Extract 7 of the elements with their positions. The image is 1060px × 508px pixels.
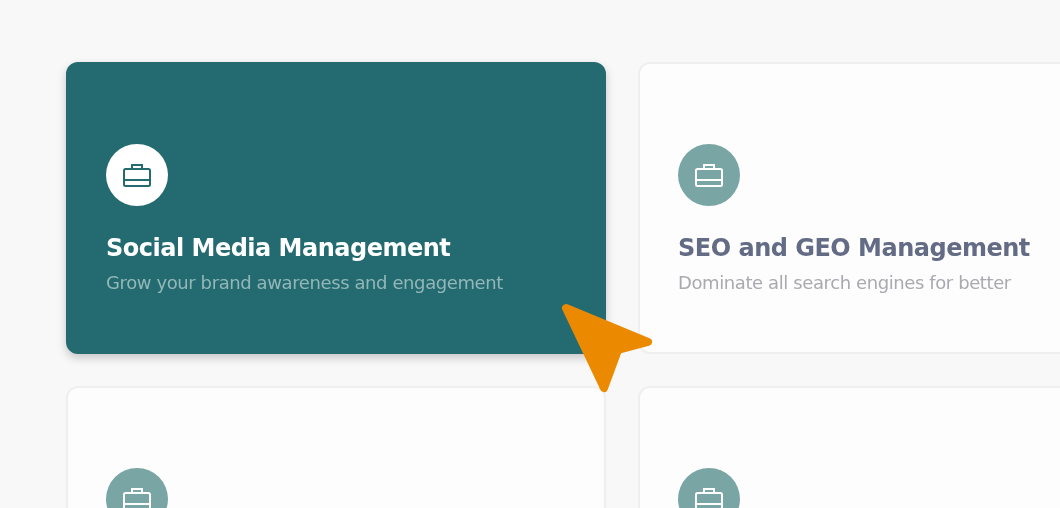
card-title: SEO and GEO Management <box>678 234 1031 262</box>
pointer-cursor-icon <box>560 302 652 394</box>
card-description: Dominate all search engines for better <box>678 272 1012 293</box>
service-card[interactable]: Social Media Management Grow your brand awareness and engagement <box>66 62 606 354</box>
card-title: Social Media Management <box>106 234 452 262</box>
card-description: Grow your brand awareness and engagement <box>106 272 504 293</box>
service-card[interactable]: SEO and GEO Management Dominate all search engines for better <box>638 62 1060 354</box>
